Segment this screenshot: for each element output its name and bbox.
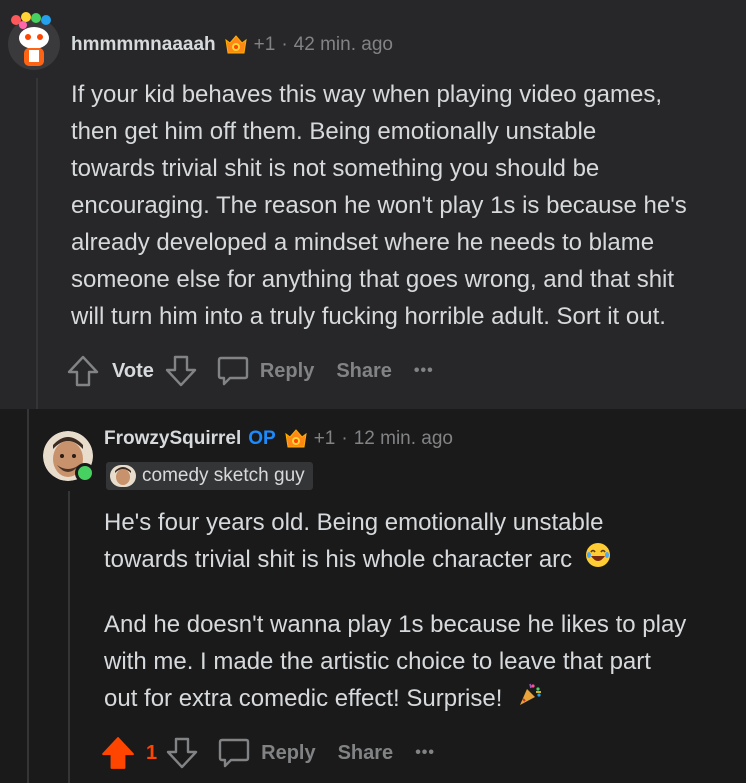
flair-avatar-icon — [110, 465, 136, 487]
body-text-span: towards trivial shit is his whole charac… — [104, 546, 573, 573]
award-icon[interactable] — [283, 428, 309, 450]
upvote-arrow-icon — [67, 355, 99, 387]
downvote-arrow-icon — [166, 737, 198, 769]
thread-line[interactable] — [68, 491, 70, 783]
vote-count: 1 — [146, 741, 158, 764]
user-flair: comedy sketch guy — [106, 462, 313, 490]
downvote-button[interactable] — [164, 354, 198, 388]
downvote-arrow-icon — [165, 355, 197, 387]
reply-label: Reply — [261, 741, 316, 764]
share-button[interactable]: Share — [336, 360, 392, 383]
op-badge: OP — [248, 428, 276, 449]
reply-button[interactable]: Reply — [216, 354, 314, 388]
body-line: towards trivial shit is his whole charac… — [104, 541, 744, 579]
comment-meta: FrowzySquirrel OP +1 · 12 min. ago — [104, 428, 453, 450]
body-line: encouraging. The reason he won't play 1s… — [71, 192, 687, 219]
thread-line[interactable] — [36, 78, 38, 409]
body-line: will turn him into a truly fucking horri… — [71, 303, 666, 330]
username[interactable]: hmmmmnaaaah — [71, 34, 216, 56]
body-line: And he doesn't wanna play 1s because he … — [104, 611, 687, 639]
more-options-icon[interactable]: ••• — [414, 362, 434, 380]
comment-body: He's four years old. Being emotionally u… — [104, 504, 744, 718]
upvote-arrow-icon — [102, 737, 134, 769]
parent-thread-line[interactable] — [27, 409, 29, 783]
share-button[interactable]: Share — [338, 742, 394, 765]
comment-bubble-icon — [218, 738, 250, 768]
body-line: with me. I made the artistic choice to l… — [104, 648, 651, 676]
separator: · — [281, 34, 288, 55]
award-count: +1 — [313, 428, 336, 449]
body-line: If your kid behaves this way when playin… — [71, 81, 662, 108]
party-popper-emoji-icon — [509, 681, 543, 718]
user-avatar[interactable] — [6, 12, 62, 70]
body-line: then get him off them. Being emotionally… — [71, 118, 597, 145]
online-status-dot — [75, 463, 95, 483]
body-line: He's four years old. Being emotionally u… — [104, 509, 604, 536]
body-line: already developed a mindset where he nee… — [71, 229, 655, 256]
vote-label: Vote — [112, 359, 154, 382]
timestamp[interactable]: 42 min. ago — [294, 34, 393, 56]
comment-meta: hmmmmnaaaah +1 · 42 min. ago — [71, 34, 393, 56]
reply-button[interactable]: Reply — [217, 736, 316, 770]
flair-text: comedy sketch guy — [142, 465, 305, 486]
upvote-button[interactable] — [100, 735, 136, 771]
reply-comment: FrowzySquirrel OP +1 · 12 min. ago comed… — [0, 409, 746, 783]
downvote-button[interactable] — [165, 736, 199, 770]
comment-body: If your kid behaves this way when playin… — [71, 76, 741, 335]
body-text-span: out for extra comedic effect! Surprise! — [104, 685, 503, 713]
body-line: out for extra comedic effect! Surprise! — [104, 680, 744, 718]
username[interactable]: FrowzySquirrel — [104, 428, 241, 450]
more-options-icon[interactable]: ••• — [415, 744, 435, 762]
award-icon[interactable] — [223, 34, 249, 56]
upvote-button[interactable] — [66, 354, 100, 388]
reply-label: Reply — [259, 359, 315, 382]
comment-actions: Vote Reply Share ••• — [66, 354, 434, 388]
comment-bubble-icon — [217, 356, 249, 386]
laughing-emoji-icon — [579, 542, 611, 579]
body-line: someone else for anything that goes wron… — [71, 266, 675, 293]
award-count: +1 — [253, 34, 276, 55]
body-line: towards trivial shit is not something yo… — [71, 155, 600, 182]
timestamp[interactable]: 12 min. ago — [354, 428, 453, 450]
comment-actions: 1 Reply Share ••• — [100, 735, 435, 771]
separator: · — [341, 428, 348, 449]
parent-comment: hmmmmnaaaah +1 · 42 min. ago If your kid… — [0, 0, 746, 409]
